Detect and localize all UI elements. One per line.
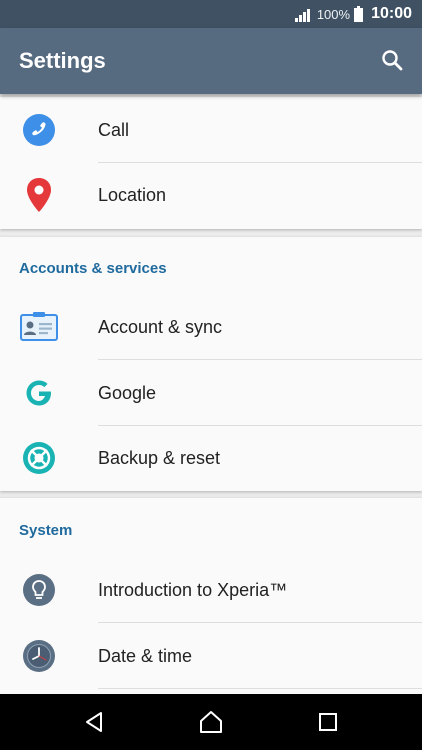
setting-item-account-sync[interactable]: Account & sync	[0, 295, 422, 360]
home-icon	[200, 711, 222, 733]
backup-icon	[19, 440, 59, 476]
setting-item-label: Introduction to Xperia™	[98, 580, 288, 600]
search-button[interactable]	[374, 42, 410, 78]
setting-item-label: Date & time	[98, 646, 193, 666]
accounts-section-card: Accounts & services Account & sync Googl…	[0, 237, 422, 491]
setting-item-location[interactable]: Location	[0, 163, 422, 228]
battery-icon	[354, 6, 364, 22]
setting-item-label: Google	[98, 383, 157, 403]
google-icon	[19, 375, 59, 411]
account-card-icon	[19, 309, 59, 345]
section-header-system: System	[19, 522, 73, 539]
section-header-accounts: Accounts & services	[19, 260, 167, 277]
battery-percent: 100%	[316, 6, 351, 22]
setting-item-date-time[interactable]: Date & time	[0, 624, 422, 689]
home-button[interactable]	[197, 708, 225, 736]
lightbulb-icon	[19, 572, 59, 608]
clock: 10:00	[371, 5, 412, 22]
page-title: Settings	[19, 48, 106, 73]
divider	[98, 688, 422, 689]
settings-list: Call Location Accounts & services Accoun…	[0, 94, 422, 694]
device-settings-card: Call Location	[0, 97, 422, 229]
divider	[98, 359, 422, 360]
setting-item-backup-reset[interactable]: Backup & reset	[0, 426, 422, 491]
back-icon	[86, 712, 102, 732]
recents-icon	[319, 713, 337, 731]
status-bar: 100% 10:00	[0, 0, 422, 28]
setting-item-introduction-xperia[interactable]: Introduction to Xperia™	[0, 558, 422, 623]
setting-item-label: Backup & reset	[98, 448, 221, 468]
setting-item-call[interactable]: Call	[0, 98, 422, 163]
navigation-bar	[0, 694, 422, 750]
search-icon	[382, 50, 403, 71]
back-button[interactable]	[80, 708, 108, 736]
app-bar: Settings	[0, 28, 422, 94]
phone-icon	[19, 112, 59, 148]
status-indicators: 100% 10:00	[294, 0, 412, 28]
setting-item-google[interactable]: Google	[0, 361, 422, 426]
location-pin-icon	[19, 177, 59, 213]
setting-item-label: Account & sync	[98, 317, 223, 337]
setting-item-label: Location	[98, 185, 167, 205]
divider	[98, 622, 422, 623]
setting-item-label: Call	[98, 120, 130, 140]
system-section-card: System Introduction to Xperia™ Date & ti…	[0, 498, 422, 694]
recents-button[interactable]	[314, 708, 342, 736]
clock-icon	[19, 638, 59, 674]
signal-icon	[294, 9, 310, 22]
